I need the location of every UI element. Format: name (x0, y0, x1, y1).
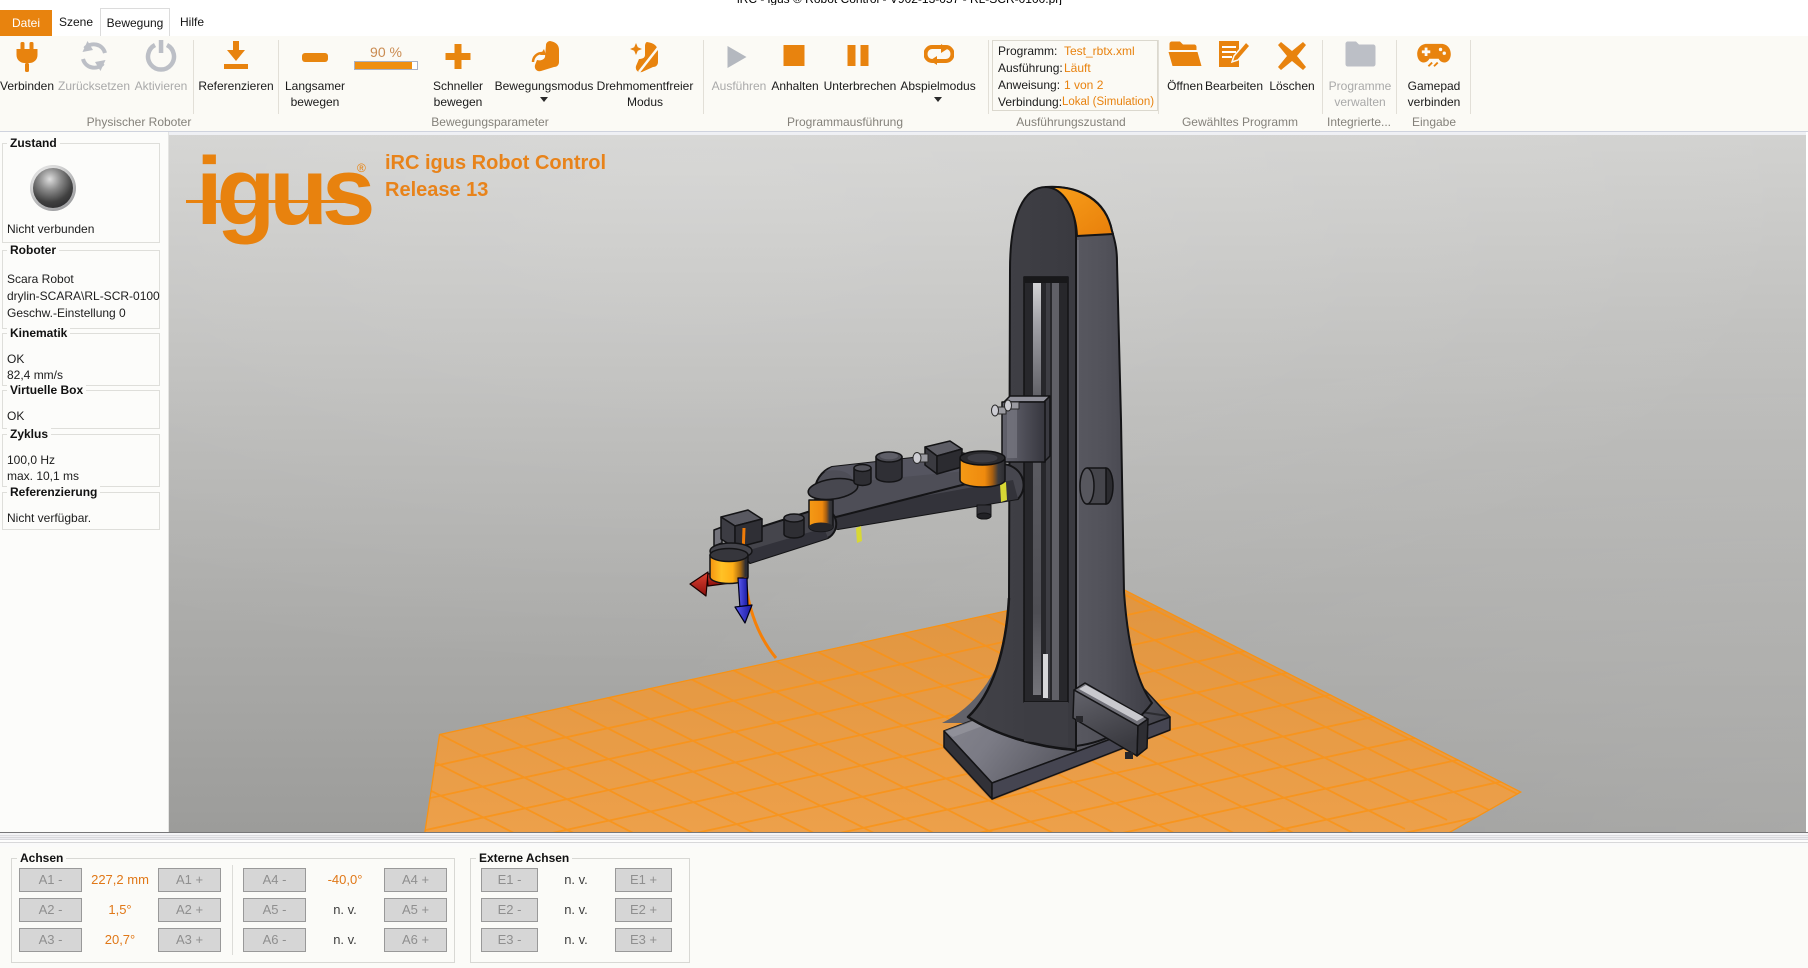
svg-text:®: ® (357, 161, 366, 175)
svg-text:iRC igus Robot Control: iRC igus Robot Control (385, 152, 606, 174)
svg-text:Release 13: Release 13 (385, 179, 488, 201)
svg-text:igus: igus (196, 138, 372, 245)
